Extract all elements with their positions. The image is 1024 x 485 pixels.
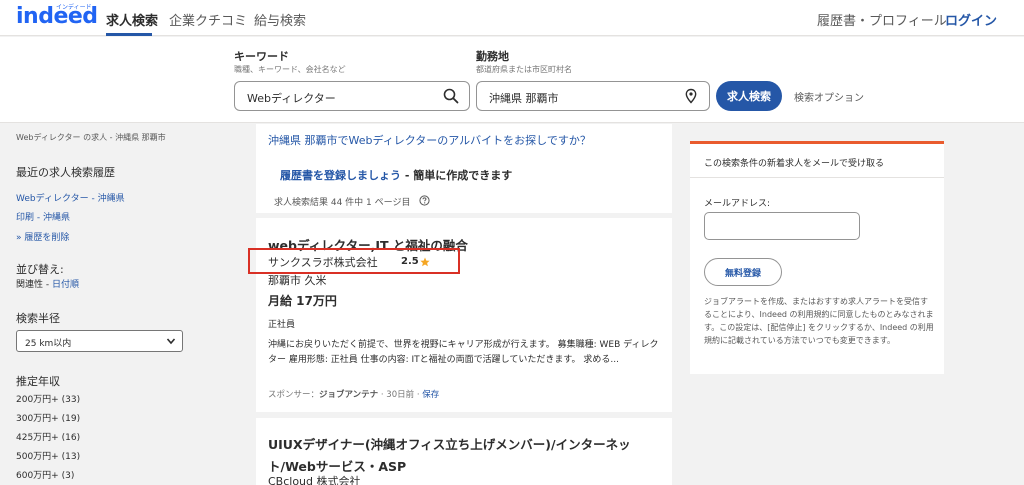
salary-filter-200[interactable]: 200万円+ (33) xyxy=(16,392,80,405)
left-sidebar: Webディレクター の求人 - 沖縄県 那覇市 最近の求人検索履歴 Webディレ… xyxy=(0,124,248,485)
active-tab-underline xyxy=(106,33,152,36)
tab-salary-search[interactable]: 給与検索 xyxy=(254,10,306,29)
sort-options: 関連性 - 日付順 xyxy=(16,277,79,290)
register-resume-link[interactable]: 履歴書を登録しましょう xyxy=(280,169,401,182)
sponsor-name: ジョブアンテナ xyxy=(319,390,379,400)
clear-history-link[interactable]: » 履歴を削除 xyxy=(16,230,69,243)
location-value: 沖縄県 那覇市 xyxy=(489,92,559,105)
promo-card: 沖縄県 那覇市でWebディレクターのアルバイトをお探しですか？ 履歴書を登録しま… xyxy=(256,124,672,213)
history-item-webdirector[interactable]: Webディレクター - 沖縄県 xyxy=(16,191,125,204)
alert-disclaimer: ジョブアラートを作成、またはおすすめ求人アラートを受信することにより、Indee… xyxy=(704,297,934,345)
search-bar: キーワード 職種、キーワード、会社名など Webディレクター 勤務地 都道府県ま… xyxy=(0,37,1024,123)
company-highlight-box xyxy=(248,248,460,274)
tab-job-search[interactable]: 求人検索 xyxy=(106,10,158,29)
indeed-logo[interactable]: indeed インディード xyxy=(16,4,98,32)
sort-by-date-link[interactable]: 日付順 xyxy=(52,280,79,290)
salary-filter-425[interactable]: 425万円+ (16) xyxy=(16,430,80,443)
results-column: 沖縄県 那覇市でWebディレクターのアルバイトをお探しですか？ 履歴書を登録しま… xyxy=(248,124,672,485)
search-icon[interactable] xyxy=(443,88,459,104)
employment-type: 正社員 xyxy=(268,320,296,330)
history-item-printing[interactable]: 印刷 - 沖縄県 xyxy=(16,210,70,223)
sort-relevance: 関連性 xyxy=(16,280,44,290)
divider xyxy=(690,177,944,178)
resume-promo-suffix: - 簡単に作成できます xyxy=(401,169,513,182)
tab-company-reviews[interactable]: 企業クチコミ xyxy=(169,10,247,29)
radius-select[interactable]: 25 km以内 xyxy=(16,330,183,352)
job-salary: 月給 17万円 xyxy=(268,294,337,308)
location-label: 勤務地 xyxy=(476,50,509,63)
job-snippet: 沖縄にお戻りいただく前提で、世界を視野にキャリア形成が行えます。 募集職種: W… xyxy=(268,340,659,365)
sort-title: 並び替え: xyxy=(16,263,64,276)
free-register-button[interactable]: 無料登録 xyxy=(704,258,782,286)
resume-profile-link[interactable]: 履歴書・プロフィール xyxy=(817,10,947,29)
salary-title: 推定年収 xyxy=(16,375,60,388)
top-header: indeed インディード 求人検索 企業クチコミ 給与検索 履歴書・プロフィー… xyxy=(0,0,1024,36)
login-link[interactable]: ログイン xyxy=(945,10,997,29)
sort-separator: - xyxy=(43,280,52,290)
search-options-link[interactable]: 検索オプション xyxy=(794,89,864,104)
save-job-link[interactable]: 保存 xyxy=(422,390,439,400)
keyword-input[interactable]: Webディレクター xyxy=(234,81,470,111)
part-time-question[interactable]: 沖縄県 那覇市でWebディレクターのアルバイトをお探しですか？ xyxy=(268,132,591,148)
posted-age: 30日前 xyxy=(386,390,415,400)
keyword-help: 職種、キーワード、会社名など xyxy=(234,65,346,74)
salary-filter-600[interactable]: 600万円+ (3) xyxy=(16,468,74,481)
salary-filter-500[interactable]: 500万円+ (13) xyxy=(16,449,80,462)
keyword-value: Webディレクター xyxy=(247,92,336,105)
job-alert-title: この検索条件の新着求人をメールで受け取る xyxy=(704,159,885,169)
logo-kana: インディード xyxy=(56,4,92,11)
job-search-button[interactable]: 求人検索 xyxy=(716,81,782,111)
job-meta: スポンサー：ジョブアンテナ · 30日前 · 保存 xyxy=(268,390,440,400)
location-pin-icon xyxy=(685,88,697,104)
keyword-label: キーワード xyxy=(234,50,289,63)
resume-promo: 履歴書を登録しましょう - 簡単に作成できます xyxy=(280,167,512,183)
email-input[interactable] xyxy=(704,212,860,240)
location-help: 都道府県または市区町村名 xyxy=(476,65,572,74)
company-name[interactable]: CBcloud 株式会社 xyxy=(268,473,361,485)
email-label: メールアドレス: xyxy=(704,199,771,209)
search-history-title: 最近の求人検索履歴 xyxy=(16,166,115,179)
help-icon[interactable] xyxy=(419,195,430,206)
results-count: 求人検索結果 44 件中 1 ページ目 xyxy=(274,198,411,208)
job-title-line-1[interactable]: UIUXデザイナー(沖縄オフィス立ち上げメンバー)/インターネッ xyxy=(268,434,631,453)
job-alert-panel: この検索条件の新着求人をメールで受け取る メールアドレス: 無料登録 ジョブアラ… xyxy=(690,141,944,374)
chevron-down-icon xyxy=(166,338,176,345)
radius-value: 25 km以内 xyxy=(25,339,72,349)
sponsor-label: スポンサー： xyxy=(268,390,320,400)
salary-filter-300[interactable]: 300万円+ (19) xyxy=(16,411,80,424)
breadcrumb: Webディレクター の求人 - 沖縄県 那覇市 xyxy=(16,133,166,142)
job-location: 那覇市 久米 xyxy=(268,274,327,287)
location-input[interactable]: 沖縄県 那覇市 xyxy=(476,81,710,111)
job-card[interactable]: UIUXデザイナー(沖縄オフィス立ち上げメンバー)/インターネッ ト/Webサー… xyxy=(256,418,672,485)
radius-title: 検索半径 xyxy=(16,312,60,325)
